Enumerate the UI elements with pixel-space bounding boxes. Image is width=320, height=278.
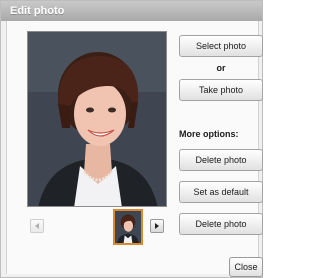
delete-photo-button-secondary[interactable]: Delete photo [179,213,263,235]
thumbnail-image [115,211,141,243]
previous-photo-button[interactable] [30,219,44,233]
take-photo-button[interactable]: Take photo [179,79,263,101]
arrow-left-icon [35,223,39,229]
photo-thumbnail[interactable] [113,209,143,245]
or-label: or [216,63,226,73]
delete-photo-button[interactable]: Delete photo [179,149,263,171]
window-title: Edit photo [1,1,262,21]
close-button[interactable]: Close [229,257,263,277]
more-options-label: More options: [179,129,239,139]
edit-photo-window: Edit photo Select photo or Take photo Mo… [0,0,263,278]
select-photo-button[interactable]: Select photo [179,35,263,57]
dialog-body [6,21,259,274]
main-photo [27,31,167,207]
portrait-image [28,32,166,206]
next-photo-button[interactable] [150,219,164,233]
set-as-default-button[interactable]: Set as default [179,181,263,203]
arrow-right-icon [155,223,159,229]
